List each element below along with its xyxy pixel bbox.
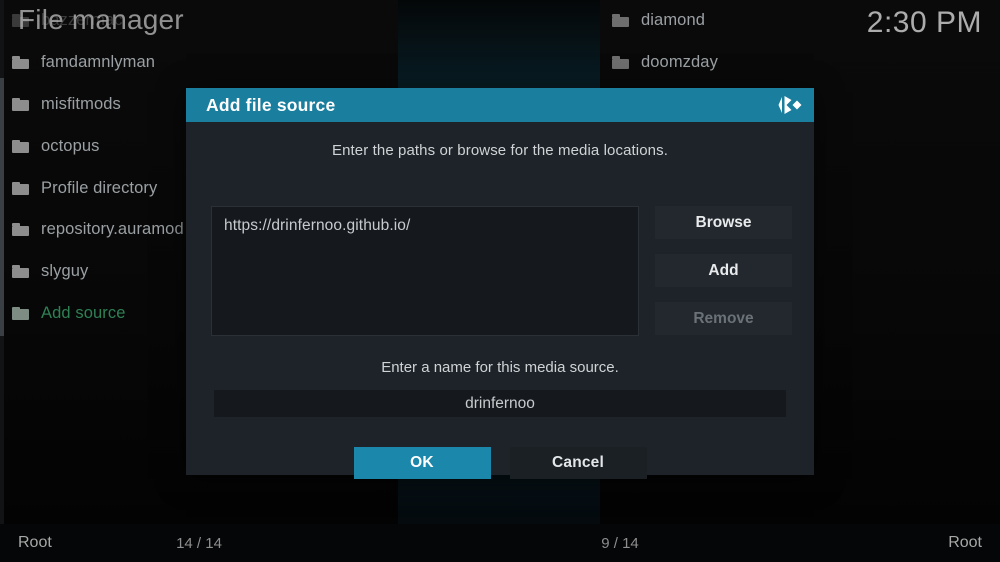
path-list-item[interactable]: https://drinfernoo.github.io/ [224, 217, 626, 235]
list-item-label: misfitmods [41, 94, 121, 113]
list-item-label: famdamnlyman [41, 53, 155, 72]
list-item-label: slyguy [41, 262, 89, 281]
folder-icon [12, 97, 29, 111]
path-action-buttons: Browse Add Remove [655, 206, 792, 350]
dialog-body: Enter the paths or browse for the media … [186, 122, 814, 479]
list-item-label: octopus [41, 136, 100, 155]
kodi-logo-icon [776, 91, 804, 119]
browse-button[interactable]: Browse [655, 206, 792, 239]
statusbar-right-path-wrap: Root [948, 524, 982, 562]
add-file-source-dialog: Add file source Enter the paths or brows… [186, 88, 814, 479]
page-title: File manager [18, 4, 184, 35]
clock: 2:30 PM [866, 6, 982, 39]
list-item[interactable]: doomzday [600, 42, 1000, 84]
source-name-input[interactable]: drinfernoo [214, 390, 786, 417]
statusbar-right-count-wrap: 9 / 14 [400, 524, 840, 562]
statusbar: Root 14 / 14 9 / 14 Root [0, 524, 1000, 562]
add-button[interactable]: Add [655, 254, 792, 287]
statusbar-left-count-wrap: 14 / 14 [0, 524, 398, 562]
add-button-label: Add [708, 261, 739, 279]
statusbar-right-count: 9 / 14 [601, 534, 639, 552]
folder-icon [12, 265, 29, 279]
cancel-button-label: Cancel [551, 454, 605, 471]
dialog-title-bar: Add file source [186, 88, 814, 122]
ok-button[interactable]: OK [353, 447, 491, 479]
name-hint: Enter a name for this media source. [381, 359, 619, 376]
statusbar-right-path: Root [948, 534, 982, 551]
folder-icon [12, 223, 29, 237]
path-list[interactable]: https://drinfernoo.github.io/ [211, 206, 639, 336]
statusbar-left-count: 14 / 14 [176, 534, 222, 552]
folder-icon [12, 306, 29, 320]
dialog-title: Add file source [206, 94, 336, 115]
list-item-label: diamond [641, 11, 705, 30]
dialog-actions: OK Cancel [186, 447, 814, 479]
cancel-button[interactable]: Cancel [509, 447, 647, 479]
path-hint: Enter the paths or browse for the media … [331, 142, 668, 159]
list-item-label: Profile directory [41, 178, 158, 197]
folder-icon [12, 56, 29, 70]
list-item-label: repository.auramod [41, 220, 184, 239]
folder-icon [12, 139, 29, 153]
folder-icon [612, 14, 629, 28]
remove-button: Remove [655, 302, 792, 335]
list-item-label: doomzday [641, 53, 718, 72]
kodi-file-manager-screen: bazzermac famdamnlyman misfitmods octopu… [0, 0, 1000, 562]
folder-icon [612, 56, 629, 70]
folder-icon [12, 181, 29, 195]
remove-button-label: Remove [693, 309, 754, 327]
list-item-label: Add source [41, 303, 126, 322]
ok-button-label: OK [410, 454, 434, 471]
source-name-value: drinfernoo [465, 394, 535, 412]
browse-button-label: Browse [695, 213, 752, 231]
list-item[interactable]: famdamnlyman [0, 42, 398, 84]
